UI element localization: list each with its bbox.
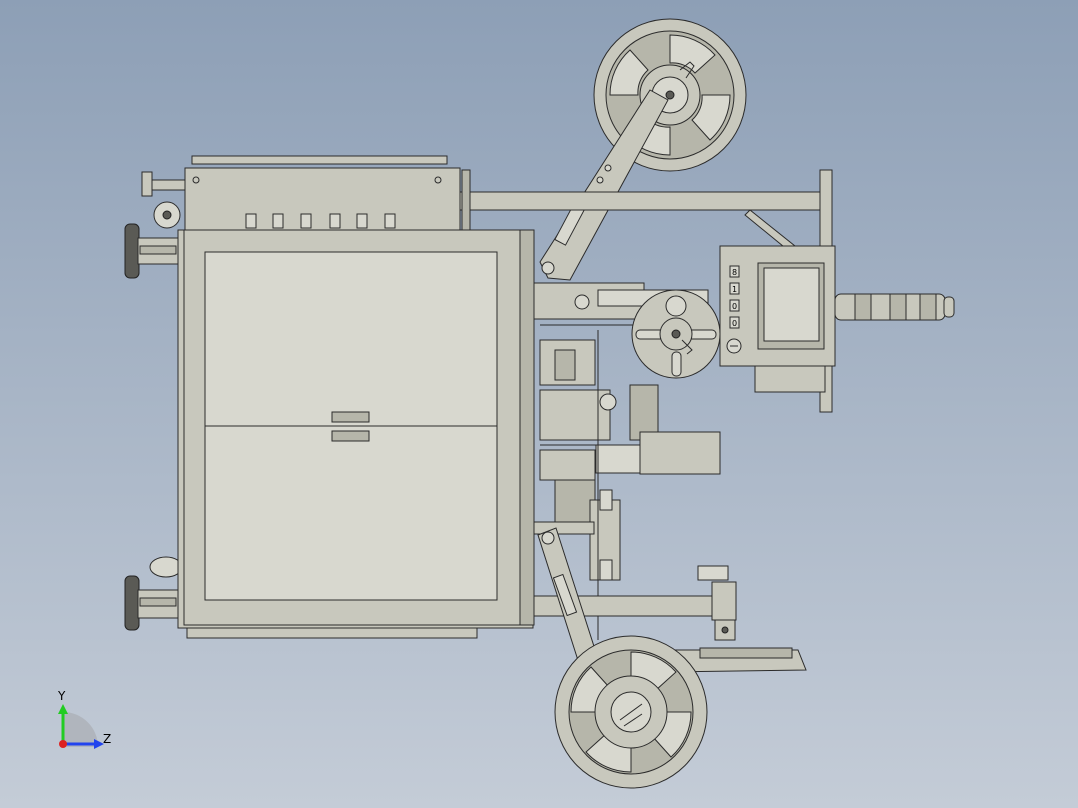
triad-y-label: Y <box>57 689 66 703</box>
hmi-button-label: 0 <box>732 319 737 328</box>
hmi-button-label: 0 <box>732 302 737 311</box>
cad-viewport[interactable]: .p { fill: #c8c8bd; stroke: #2b2b2b; str… <box>0 0 1078 808</box>
coordinate-triad: Y Z <box>57 689 111 749</box>
back-cabinet <box>184 155 461 231</box>
y-axis-arrowhead <box>58 704 68 714</box>
x-axis-dot <box>59 740 67 748</box>
hmi-button-label: 8 <box>732 268 737 277</box>
triad-z-label: Z <box>103 732 111 746</box>
hmi-button-label: 1 <box>732 285 737 294</box>
left-handwheels <box>124 171 186 631</box>
right-shaft <box>834 293 955 321</box>
bottom-reel <box>554 635 708 789</box>
labeling-machine-drawing: .p { fill: #c8c8bd; stroke: #2b2b2b; str… <box>57 18 955 789</box>
middle-reel <box>631 289 721 379</box>
main-cabinet <box>177 229 535 639</box>
triad-quadrant <box>63 712 98 747</box>
